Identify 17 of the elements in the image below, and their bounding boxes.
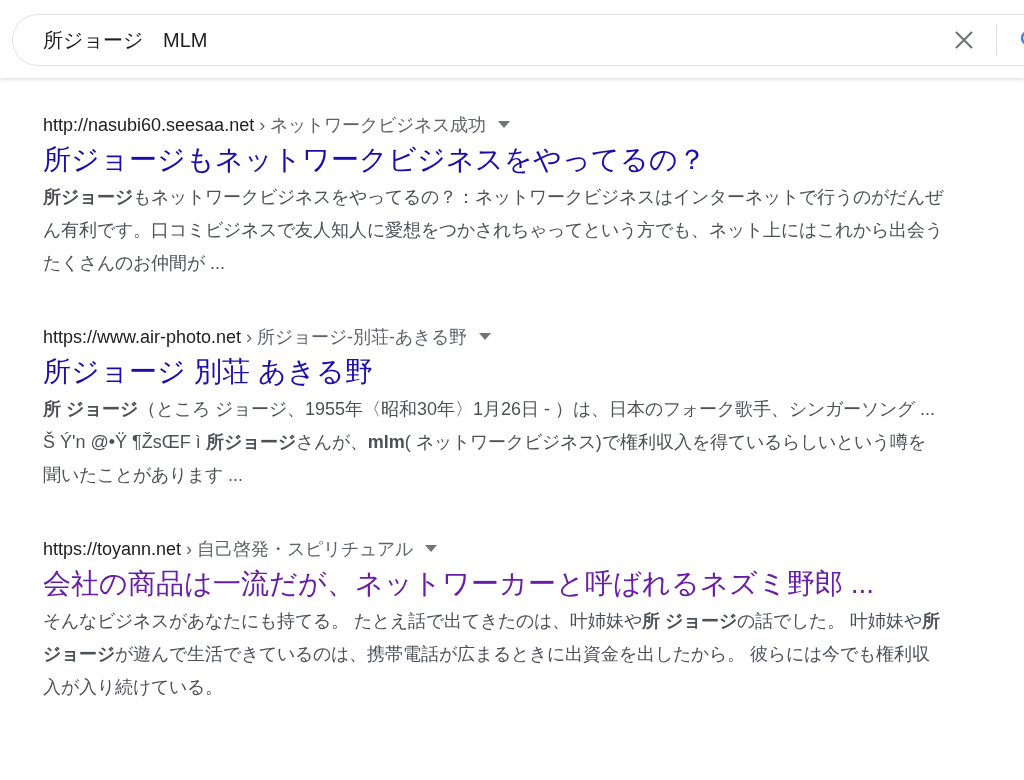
caret-icon[interactable] — [479, 333, 492, 341]
result-title[interactable]: 所ジョージ 別荘 あきる野 — [43, 352, 943, 392]
result-breadcrumb: › ネットワークビジネス成功 — [259, 113, 487, 137]
result-title[interactable]: 所ジョージもネットワークビジネスをやってるの？ — [43, 140, 943, 180]
result-snippet: 所 ジョージ（ところ ジョージ、1955年〈昭和30年〉1月26日 - ）は、日本のフォーク歌手、シンガーソング ... Š Ý'n @•Ÿ ¶ŽsŒF ì 所ジョージさんが、mlm( ネットワークビジネス)で権利収入を得ているらしいという噂を聞いたことがあります ... — [43, 398, 937, 487]
result-breadcrumb: › 所ジョージ-別荘-あきる野 — [246, 325, 468, 349]
search-query: 所ジョージ MLM — [43, 28, 209, 53]
result-snippet: 所ジョージもネットワークビジネスをやってるの？：ネットワークビジネスはインターネットで行うのがだんぜん有利です。口コミビジネスで友人知人に愛想をつかされちゃってという方でも、ネット上にはこれから出会うたくさんのお仲間が ... — [43, 186, 943, 275]
result-title[interactable]: 会社の商品は一流だが、ネットワーカーと呼ばれるネズミ野郎 ... — [43, 564, 943, 604]
result-url[interactable]: https://www.air-photo.net — [43, 323, 242, 351]
result-url[interactable]: http://nasubi60.seesaa.net — [43, 111, 255, 139]
result-url[interactable]: https://toyann.net — [43, 535, 182, 563]
result-snippet: そんなビジネスがあなたにも持てる。 たとえ話で出てきたのは、叶姉妹や所 ジョージの話でした。 叶姉妹や所ジョージが遊んで生活できているのは、携帯電話が広まるときに出資金を出したから。 彼らには今でも権利収入が入り続けている。 — [43, 610, 942, 699]
caret-icon[interactable] — [425, 545, 438, 553]
close-icon[interactable] — [954, 30, 974, 50]
caret-icon[interactable] — [498, 121, 511, 129]
result-breadcrumb: › 自己啓発・スピリチュアル — [186, 537, 414, 561]
